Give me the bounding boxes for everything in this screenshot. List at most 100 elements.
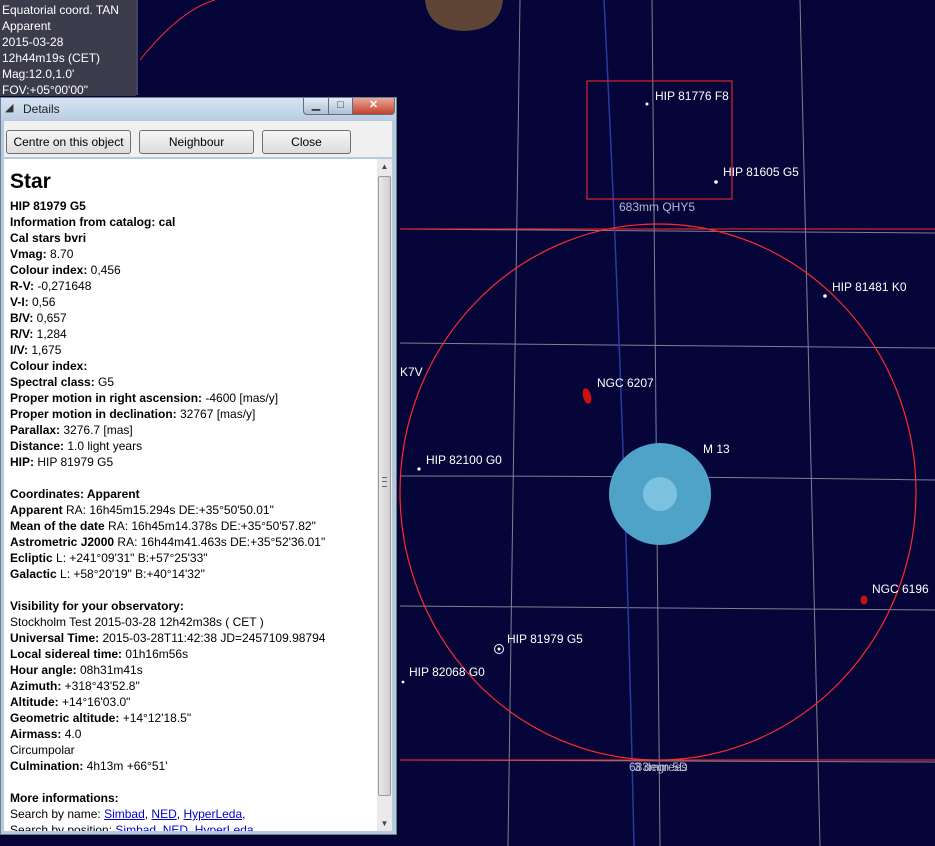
row-value: 1,675 [28,343,62,357]
row-value: 1.0 light years [64,439,143,453]
scroll-thumb[interactable] [378,176,391,796]
coord-apparent: Apparent RA: 16h45m15.294s DE:+35°50'50.… [10,502,371,518]
details-scrollbar[interactable]: ▲ ▼ [377,159,392,831]
row-key: Proper motion in declination: [10,407,177,421]
label-hip81776: HIP 81776 F8 [655,89,729,103]
row-key: R-V: [10,279,34,293]
link-pos-hyperleda[interactable]: HyperLeda [195,823,254,831]
row-distance: Distance: 1.0 light years [10,438,371,454]
vis-geometric-altitude: Geometric altitude: +14°12'18.5" [10,710,371,726]
details-content: Star HIP 81979 G5 Information from catal… [4,159,377,831]
link-pos-simbad[interactable]: Simbad [115,823,156,831]
overlay-line-date: 2015-03-28 [2,35,64,49]
row-key: R/V: [10,327,34,341]
minimize-icon: ▁ [311,99,321,111]
vis-azimuth: Azimuth: +318°43'52.8" [10,678,371,694]
row-key: Altitude: [10,695,59,709]
close-icon: ✕ [368,99,379,111]
star-hip81776[interactable] [645,102,649,106]
row-i-over-v: I/V: 1,675 [10,342,371,358]
m13-core [643,477,677,511]
neighbour-button[interactable]: Neighbour [139,130,254,154]
scroll-down-icon[interactable]: ▼ [377,816,392,831]
search-name-label: Search by name: [10,807,105,821]
row-value: 0,456 [87,263,121,277]
scroll-up-icon[interactable]: ▲ [377,159,392,174]
row-value: RA: 16h45m15.294s DE:+35°50'50.01" [62,503,274,517]
window-title: Details [23,102,60,116]
row-key: Colour index: [10,263,88,277]
row-colour-index: Colour index: 0,456 [10,262,371,278]
window-close-button[interactable]: ✕ [352,98,395,115]
row-key: Distance: [10,439,65,453]
row-value: 0,657 [33,311,67,325]
row-key: V-I: [10,295,29,309]
search-by-name: Search by name: Simbad, NED, HyperLeda, [10,807,246,821]
coord-ecliptic: Ecliptic L: +241°09'31" B:+57°25'33" [10,550,371,566]
row-value: 08h31m41s [76,663,143,677]
scroll-grip-icon [382,477,387,487]
maximize-button[interactable]: □ [328,98,353,115]
star-hip82068[interactable] [401,680,405,684]
row-value: 32767 [mas/y] [176,407,256,421]
label-hip82100: HIP 82100 G0 [426,453,502,467]
row-value: L: +241°09'31" B:+57°25'33" [52,551,208,565]
overlay-line-mag: Mag:12.0,1.0' [2,67,75,81]
star-hip81481[interactable] [823,294,827,298]
row-v-i: V-I: 0,56 [10,294,371,310]
row-key: Geometric altitude: [10,711,120,725]
link-simbad[interactable]: Simbad [104,807,145,821]
row-key: Astrometric J2000 [10,535,115,549]
details-titlebar[interactable]: ◢ Details ▁ □ ✕ [1,98,396,120]
centre-on-object-button[interactable]: Centre on this object [6,130,131,154]
coordinates-title: Coordinates: Apparent [10,487,140,501]
window-app-icon: ◢ [5,102,14,114]
row-b-v: B/V: 0,657 [10,310,371,326]
label-m13: M 13 [703,442,730,456]
search-pos-label: Search by position: [10,823,116,831]
row-value: -4600 [mas/y] [202,391,279,405]
row-key: Ecliptic [10,551,53,565]
coord-galactic: Galactic L: +58°20'19" B:+40°14'32" [10,566,371,582]
star-hip81605[interactable] [714,180,718,184]
row-value: 3276.7 [mas] [60,423,133,437]
row-key: Culmination: [10,759,84,773]
link-ned[interactable]: NED [151,807,176,821]
row-key: Spectral class: [10,375,95,389]
row-key: Colour index: [10,359,88,373]
details-window: ◢ Details ▁ □ ✕ Centre on this object Ne… [0,97,397,835]
row-value: +318°43'52.8" [61,679,140,693]
row-pm-dec: Proper motion in declination: 32767 [mas… [10,406,371,422]
label-hip82068: HIP 82068 G0 [409,665,485,679]
row-key: Apparent [10,503,63,517]
row-hip: HIP: HIP 81979 G5 [10,454,371,470]
minimize-button[interactable]: ▁ [303,98,329,115]
row-value: L: +58°20'19" B:+40°14'32" [56,567,205,581]
label-ngc6196: NGC 6196 [872,582,929,596]
more-info-title: More informations: [10,791,119,805]
star-hip82100[interactable] [417,467,421,471]
row-parallax: Parallax: 3276.7 [mas] [10,422,371,438]
row-r-over-v: R/V: 1,284 [10,326,371,342]
catalog-name: Cal stars bvri [10,231,87,245]
row-spectral-class: Spectral class: G5 [10,374,371,390]
culmination: Culmination: 4h13m +66°51' [10,758,371,774]
row-colour-index-2: Colour index: [10,358,371,374]
vis-universal-time: Universal Time: 2015-03-28T11:42:38 JD=2… [10,630,371,646]
vis-sidereal-time: Local sidereal time: 01h16m56s [10,646,371,662]
link-pos-ned[interactable]: NED [163,823,188,831]
row-key: Hour angle: [10,663,77,677]
label-hip81979: HIP 81979 G5 [507,632,583,646]
overlay-line-time: 12h44m19s (CET) [2,51,101,65]
row-key: Galactic [10,567,57,581]
row-key: Airmass: [10,727,62,741]
coord-mean-of-date: Mean of the date RA: 16h45m14.378s DE:+3… [10,518,371,534]
label-fov-degrees: 3 degrees [634,760,687,774]
link-hyperleda[interactable]: HyperLeda [183,807,242,821]
overlay-line-mode: Apparent [2,19,51,33]
ngc6196-galaxy[interactable] [860,595,868,605]
close-button[interactable]: Close [262,130,351,154]
vis-hour-angle: Hour angle: 08h31m41s [10,662,371,678]
row-value: 4.0 [61,727,82,741]
maximize-icon: □ [337,99,344,111]
